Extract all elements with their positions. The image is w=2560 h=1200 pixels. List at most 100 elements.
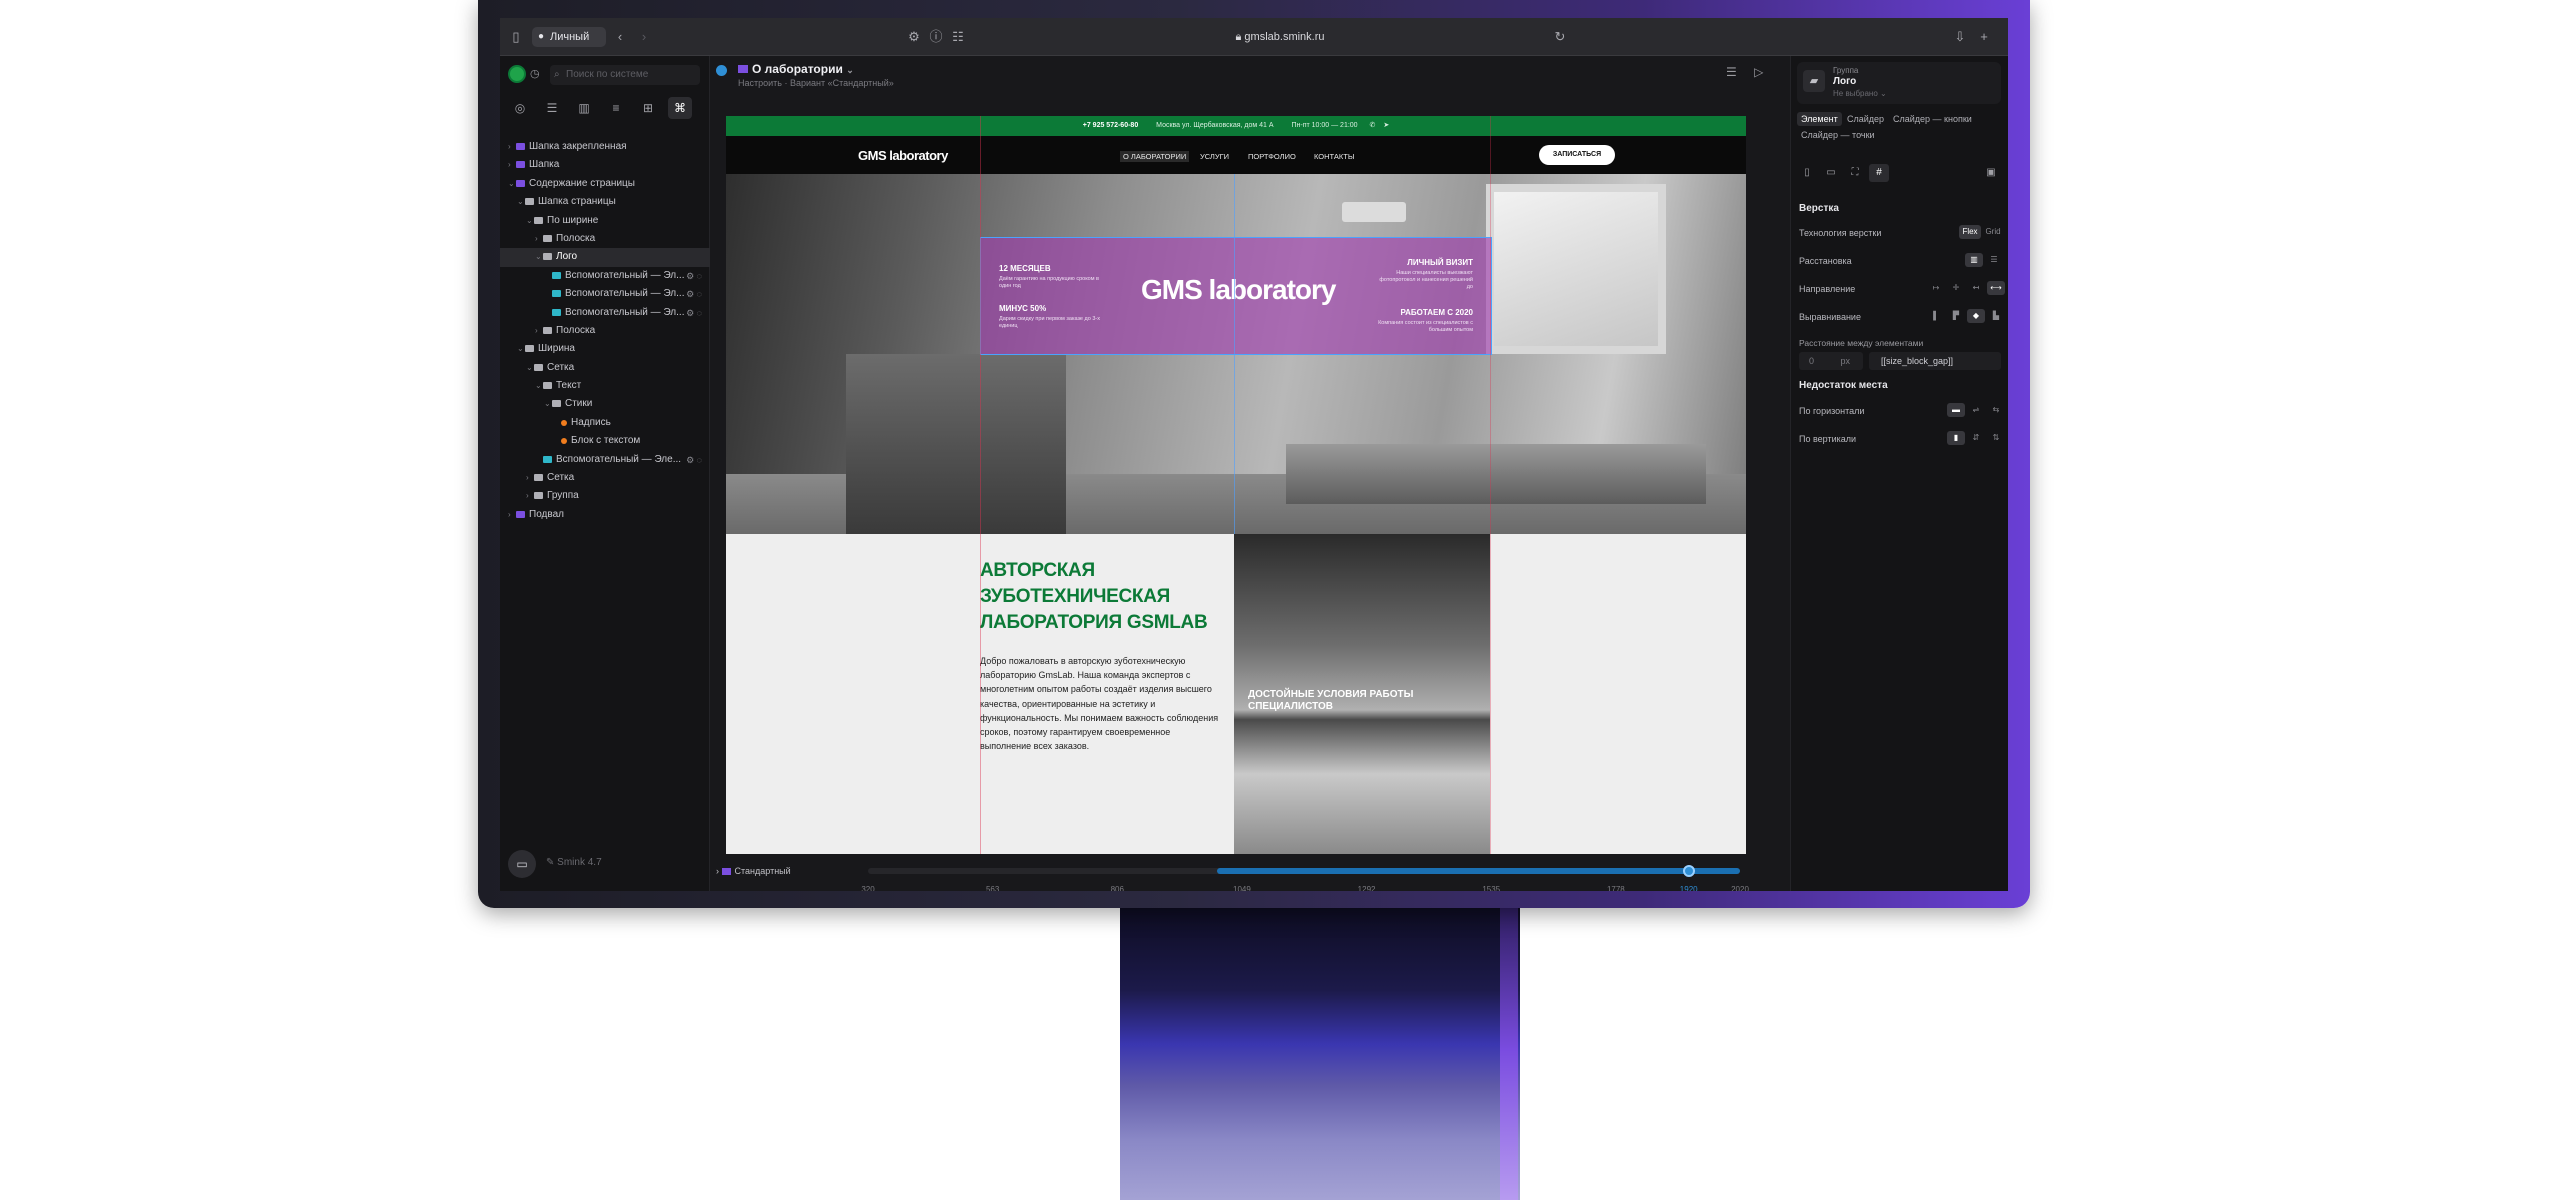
align-top-icon[interactable]: ▌ (1927, 309, 1945, 323)
ruler-tick-label[interactable]: 1778 (1607, 885, 1625, 891)
tab-slider[interactable]: Слайдер (1843, 112, 1888, 126)
nav-contacts[interactable]: КОНТАКТЫ (1314, 151, 1354, 162)
tree-item[interactable]: › Сетка (500, 469, 710, 487)
tree-item[interactable]: Вспомогательный — Эл... ⚙ ◌ (500, 304, 710, 322)
chevron-down-icon[interactable]: ⌄ (544, 395, 552, 413)
tab-slider-buttons[interactable]: Слайдер — кнопки (1889, 112, 1976, 126)
settings-icon[interactable]: ⚙ (906, 28, 922, 46)
whatsapp-icon[interactable]: ✆ (1370, 122, 1376, 129)
direction-start-icon[interactable]: ↦ (1927, 281, 1945, 295)
address-bar[interactable]: 🔒︎ gmslab.smink.ru (1220, 27, 1340, 47)
selected-logo-group[interactable]: 12 МЕСЯЦЕВ Даём гарантию на продукцию ср… (980, 237, 1492, 355)
app-logo[interactable] (508, 65, 526, 83)
signup-button[interactable]: ЗАПИСАТЬСЯ (1539, 145, 1615, 165)
tree-item[interactable]: Надпись (500, 414, 710, 432)
flex-toggle[interactable]: Flex (1959, 225, 1981, 239)
sidebar-toggle-icon[interactable]: ▯ (508, 28, 524, 46)
gap-variable-input[interactable]: [[size_block_gap]] (1869, 352, 2001, 370)
tree-item[interactable]: › Группа (500, 487, 710, 505)
database-icon[interactable]: ☰ (1726, 65, 1737, 79)
page-breadcrumb[interactable]: Настроить · Вариант «Стандартный» (738, 78, 894, 88)
layers-icon[interactable]: ⌘ (668, 97, 692, 119)
vertical-wrap-icon[interactable]: ⇵ (1967, 431, 1985, 445)
chevron-right-icon[interactable]: › (535, 322, 543, 340)
info-icon[interactable]: ⓘ (928, 28, 944, 46)
tablet-icon[interactable]: ▭ (1821, 164, 1841, 182)
book-icon[interactable]: ▥ (572, 97, 596, 119)
vertical-scroll-icon[interactable]: ⇅ (1987, 431, 2005, 445)
tree-item[interactable]: ⌄ Лого (500, 248, 710, 267)
tree-item[interactable]: Вспомогательный — Эле... ⚙ ◌ (500, 451, 710, 469)
settings-icon[interactable]: ⚙ ◌ (686, 267, 702, 285)
nav-portfolio[interactable]: ПОРТФОЛИО (1248, 151, 1296, 162)
download-icon[interactable]: ⇩ (1952, 28, 1968, 46)
site-logo[interactable]: GMS laboratory (858, 148, 948, 163)
ruler-tick-label[interactable]: 806 (1111, 885, 1124, 891)
tree-item[interactable]: › Полоска (500, 322, 710, 340)
chat-icon[interactable]: ▭ (508, 850, 536, 878)
direction-end-icon[interactable]: ↤ (1967, 281, 1985, 295)
gap-input[interactable]: 0 px (1799, 352, 1863, 370)
search-input[interactable]: ⌕ Поиск по системе (550, 65, 700, 85)
tree-item[interactable]: Вспомогательный — Эл... ⚙ ◌ (500, 285, 710, 303)
chevron-right-icon[interactable]: › (526, 487, 534, 505)
tree-item[interactable]: › Шапка закрепленная (500, 138, 710, 156)
tree-item[interactable]: › Подвал (500, 506, 710, 524)
chevron-right-icon[interactable]: › (508, 506, 516, 524)
width-slider-handle[interactable] (1682, 865, 1695, 877)
ruler-tick-label[interactable]: 1535 (1482, 885, 1500, 891)
ruler-tick-label[interactable]: 1292 (1358, 885, 1376, 891)
vertical-shrink-icon[interactable]: ▮ (1947, 431, 1965, 445)
arrange-column-icon[interactable]: ☰ (1985, 253, 2003, 267)
align-bottom-icon[interactable]: ▙ (1987, 309, 2005, 323)
chevron-down-icon[interactable]: ⌄ (517, 340, 525, 358)
chevron-down-icon[interactable]: ⌄ (526, 359, 534, 377)
horizontal-wrap-icon[interactable]: ⇌ (1967, 403, 1985, 417)
chevron-right-icon[interactable]: › (526, 469, 534, 487)
page-title[interactable]: О лаборатории ⌄ (738, 62, 854, 76)
forward-icon[interactable]: › (636, 28, 652, 46)
page-canvas[interactable]: +7 925 572-60-80 Москва ул. Щербаковская… (726, 116, 1746, 854)
add-block-icon[interactable]: ⊞ (636, 97, 660, 119)
chevron-right-icon[interactable]: › (508, 138, 516, 156)
chevron-right-icon[interactable]: › (535, 230, 543, 248)
chevron-right-icon[interactable]: › (508, 156, 516, 174)
tree-item[interactable]: ⌄ Стики (500, 395, 710, 413)
direction-stretch-icon[interactable]: ⟷ (1987, 281, 2005, 295)
chevron-down-icon[interactable]: ⌄ (517, 193, 525, 211)
tab-element[interactable]: Элемент (1797, 112, 1842, 126)
tree-item[interactable]: Блок с текстом (500, 432, 710, 450)
profile-switcher[interactable]: ● Личный (532, 27, 606, 47)
align-center-icon[interactable]: ◆ (1967, 309, 1985, 323)
grid-toggle[interactable]: Grid (1983, 225, 2003, 239)
tree-item[interactable]: ⌄ Содержание страницы (500, 175, 710, 193)
tree-item[interactable]: › Полоска (500, 230, 710, 248)
back-icon[interactable]: ‹ (612, 28, 628, 46)
chevron-down-icon[interactable]: ⌄ (535, 248, 543, 266)
new-tab-icon[interactable]: + (1976, 28, 1992, 46)
settings-icon[interactable]: ⚙ ◌ (686, 304, 702, 322)
telegram-icon[interactable]: ➤ (1383, 122, 1389, 129)
nav-about[interactable]: О ЛАБОРАТОРИИ (1120, 151, 1190, 162)
database-icon[interactable]: ☰ (540, 97, 564, 119)
tree-item[interactable]: ⌄ Текст (500, 377, 710, 395)
sliders-icon[interactable]: ≡ (604, 97, 628, 119)
ruler-tick-label[interactable]: 1049 (1233, 885, 1251, 891)
ruler-tick-label[interactable]: 2020 (1731, 885, 1749, 891)
history-icon[interactable]: ◷ (530, 67, 540, 80)
reload-icon[interactable]: ↻ (1552, 28, 1568, 46)
tab-slider-dots[interactable]: Слайдер — точки (1797, 128, 1879, 142)
direction-center-icon[interactable]: ✛ (1947, 281, 1965, 295)
chevron-down-icon[interactable]: ⌄ (535, 377, 543, 395)
align-start-icon[interactable]: ▛ (1947, 309, 1965, 323)
variant-selector[interactable]: › Стандартный (716, 866, 791, 876)
horizontal-shrink-icon[interactable]: ▬ (1947, 403, 1965, 417)
grid-icon[interactable]: # (1869, 164, 1889, 182)
components-icon[interactable]: ◎ (508, 97, 532, 119)
selection-state[interactable]: Не выбрано ⌄ (1833, 89, 1887, 98)
ruler-tick-label[interactable]: 320 (861, 885, 874, 891)
chevron-down-icon[interactable]: ⌄ (526, 212, 534, 230)
tree-item[interactable]: ⌄ Сетка (500, 359, 710, 377)
selection-name[interactable]: Лого (1833, 76, 1856, 87)
settings-icon[interactable]: ⚙ ◌ (686, 451, 702, 469)
